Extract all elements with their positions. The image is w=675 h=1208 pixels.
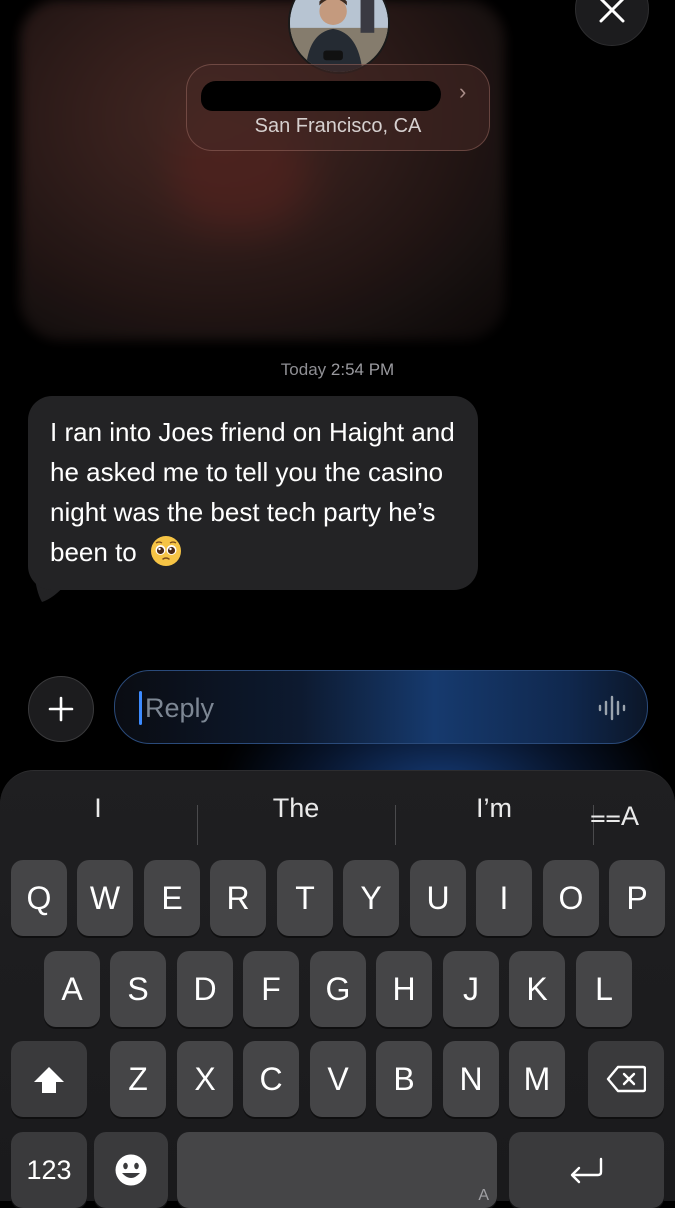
key-h[interactable]: H [376, 951, 432, 1027]
numbers-key[interactable]: 123 [11, 1132, 87, 1208]
key-o[interactable]: O [543, 860, 599, 936]
chevron-right-icon: › [459, 79, 467, 104]
key-z[interactable]: Z [110, 1041, 166, 1117]
space-bar-language-label: A [478, 1187, 489, 1204]
redacted-contact-name [201, 81, 441, 111]
contact-card[interactable]: › San Francisco, CA [186, 64, 490, 151]
key-n[interactable]: N [443, 1041, 499, 1117]
shift-arrow-icon [34, 1067, 64, 1093]
key-c[interactable]: C [243, 1041, 299, 1117]
reply-field[interactable] [114, 670, 648, 744]
key-p[interactable]: P [609, 860, 665, 936]
message-text: I ran into Joes friend on Haight and he … [50, 417, 455, 567]
key-b[interactable]: B [376, 1041, 432, 1117]
story-background [20, 0, 505, 340]
key-d[interactable]: D [177, 951, 233, 1027]
key-s[interactable]: S [110, 951, 166, 1027]
text-format-icon[interactable]: ⩵A [590, 801, 639, 833]
suggestion-1[interactable]: I [0, 793, 196, 824]
text-cursor [139, 691, 142, 725]
shift-key[interactable] [11, 1041, 87, 1117]
key-r[interactable]: R [210, 860, 266, 936]
plus-icon [48, 696, 74, 722]
suggestion-2[interactable]: The [198, 793, 394, 824]
pleading-face-icon [150, 536, 181, 566]
emoji-face-icon [115, 1154, 147, 1186]
reply-input[interactable] [143, 685, 587, 731]
key-v[interactable]: V [310, 1041, 366, 1117]
dictation-waveform-icon[interactable] [597, 695, 627, 721]
key-q[interactable]: Q [11, 860, 67, 936]
close-button[interactable] [575, 0, 649, 46]
emoji-key[interactable] [94, 1132, 168, 1208]
key-t[interactable]: T [277, 860, 333, 936]
return-arrow-icon [570, 1157, 603, 1184]
key-i[interactable]: I [476, 860, 532, 936]
received-message-bubble[interactable]: I ran into Joes friend on Haight and he … [28, 396, 478, 590]
return-key[interactable] [509, 1132, 664, 1208]
delete-key[interactable] [588, 1041, 664, 1117]
suggestion-3[interactable]: I’m [396, 793, 592, 824]
key-k[interactable]: K [509, 951, 565, 1027]
key-m[interactable]: M [509, 1041, 565, 1117]
suggestion-bar: I The I’m ⩵A [0, 783, 675, 847]
key-y[interactable]: Y [343, 860, 399, 936]
timestamp-day: Today [280, 360, 327, 379]
timestamp-time: 2:54 PM [330, 360, 395, 379]
backspace-icon [606, 1065, 646, 1093]
key-a[interactable]: A [44, 951, 100, 1027]
contact-location: San Francisco, CA [254, 115, 422, 137]
key-w[interactable]: W [77, 860, 133, 936]
message-text-wrapper: I ran into Joes friend on Haight and he … [50, 412, 470, 572]
key-e[interactable]: E [144, 860, 200, 936]
key-u[interactable]: U [410, 860, 466, 936]
key-g[interactable]: G [310, 951, 366, 1027]
close-icon [599, 0, 625, 23]
key-x[interactable]: X [177, 1041, 233, 1117]
add-attachment-button[interactable] [28, 676, 94, 742]
key-j[interactable]: J [443, 951, 499, 1027]
message-timestamp: Today 2:54 PM [0, 360, 675, 380]
key-f[interactable]: F [243, 951, 299, 1027]
key-l[interactable]: L [576, 951, 632, 1027]
space-bar[interactable]: A [177, 1132, 497, 1208]
keyboard: I The I’m ⩵A Q W E R T Y U I O P A S D F… [0, 770, 675, 1208]
